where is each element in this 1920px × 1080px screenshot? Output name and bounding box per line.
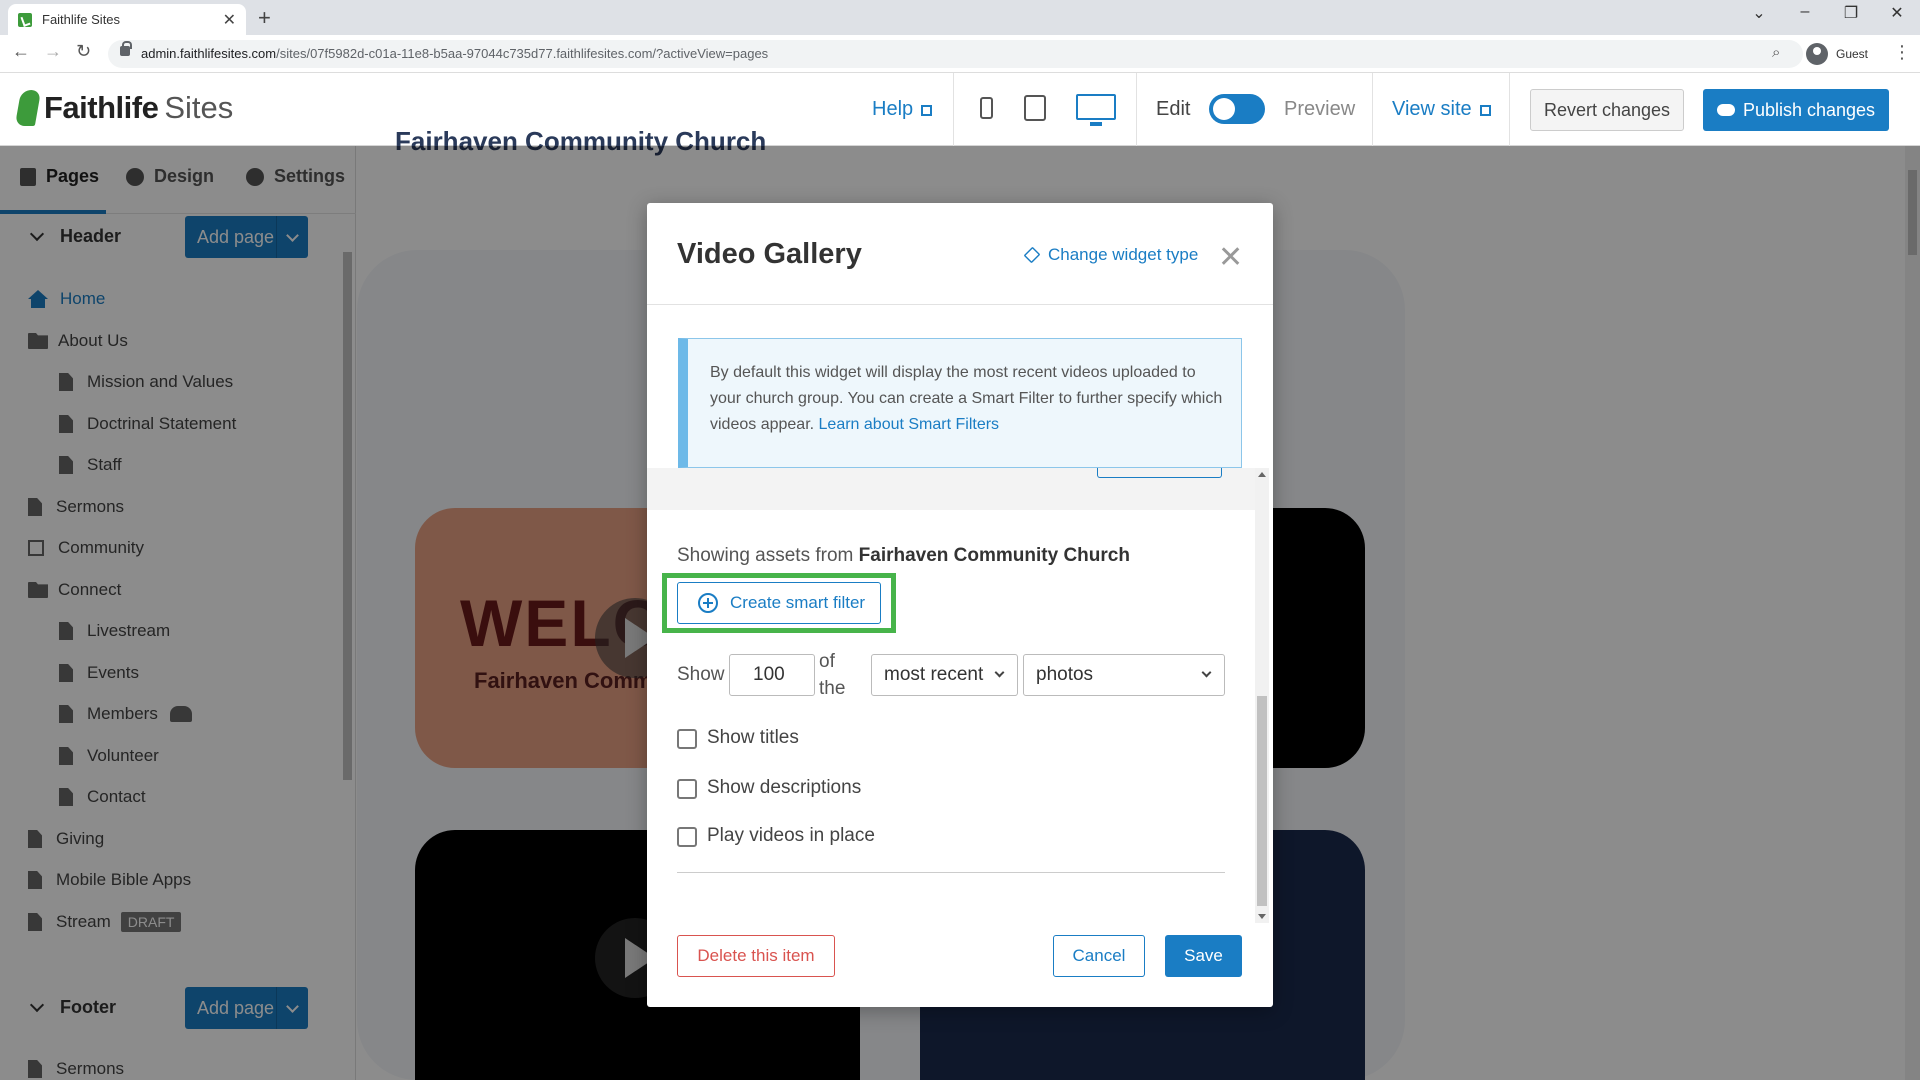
sort-order-select[interactable]: most recent — [871, 654, 1018, 696]
asset-source-name: Fairhaven Community Church — [858, 545, 1130, 566]
view-site-link[interactable]: View site — [1392, 98, 1491, 121]
dialog-scrollbar[interactable] — [1255, 468, 1269, 923]
media-type-select[interactable]: photos — [1023, 654, 1225, 696]
show-titles-checkbox[interactable] — [677, 729, 697, 749]
divider — [1136, 73, 1137, 146]
revert-changes-button[interactable]: Revert changes — [1530, 89, 1684, 131]
back-icon[interactable]: ← — [12, 41, 30, 62]
desktop-view-icon[interactable] — [1076, 94, 1116, 126]
cancel-button[interactable]: Cancel — [1053, 935, 1145, 977]
browser-tab[interactable]: Faithlife Sites ✕ — [8, 4, 246, 35]
tab-close-icon[interactable]: ✕ — [223, 10, 236, 30]
type-value: photos — [1036, 664, 1094, 685]
chevron-down-icon — [1201, 667, 1212, 678]
url-text[interactable]: admin.faithlifesites.com/sites/07f5982d-… — [141, 46, 768, 61]
swap-icon — [1023, 246, 1041, 264]
window-close-icon[interactable]: ✕ — [1874, 3, 1920, 23]
tablet-view-icon[interactable] — [1024, 95, 1046, 121]
avatar-icon — [1806, 43, 1828, 65]
divider — [677, 872, 1225, 873]
mobile-view-icon[interactable] — [980, 97, 993, 119]
show-titles-label[interactable]: Show titles — [707, 727, 799, 749]
browser-menu-icon[interactable]: ⋮ — [1893, 42, 1911, 63]
sort-value: most recent — [884, 664, 984, 685]
restore-icon[interactable]: ❐ — [1828, 3, 1874, 23]
showing-prefix: Showing assets from — [677, 545, 859, 566]
info-text: By default this widget will display the … — [710, 360, 1230, 438]
url-path: /sites/07f5982d-c01a-11e8-b5aa-97044c735… — [276, 46, 769, 61]
profile-button[interactable]: Guest — [1806, 40, 1868, 68]
lock-icon — [120, 41, 132, 56]
chevron-down-icon — [994, 667, 1005, 678]
edit-label: Edit — [1156, 98, 1191, 120]
url-host: admin.faithlifesites.com — [141, 46, 277, 61]
preview-label: Preview — [1284, 98, 1356, 120]
zoom-icon[interactable]: ⌕ — [1772, 44, 1780, 61]
play-in-place-checkbox[interactable] — [677, 827, 697, 847]
play-in-place-label[interactable]: Play videos in place — [707, 825, 875, 847]
save-button[interactable]: Save — [1165, 935, 1242, 977]
scroll-down-icon[interactable] — [1258, 914, 1266, 919]
partially-hidden-button[interactable] — [1097, 468, 1222, 478]
divider — [1372, 73, 1373, 146]
help-link[interactable]: Help — [872, 98, 933, 121]
show-descriptions-label[interactable]: Show descriptions — [707, 777, 861, 799]
minimize-icon[interactable]: – — [1782, 3, 1828, 21]
external-link-icon — [921, 105, 933, 116]
external-link-icon — [1479, 105, 1491, 116]
faithlife-sites-logo[interactable]: Faithlife Sites — [14, 90, 234, 126]
asset-source-text: Showing assets from Fairhaven Community … — [677, 545, 1130, 567]
faithlife-favicon-icon — [18, 12, 32, 27]
dialog-scrollbar-thumb[interactable] — [1257, 696, 1267, 906]
plus-circle-icon — [698, 593, 718, 613]
tab-search-icon[interactable]: ⌄ — [1736, 3, 1782, 23]
browser-tabstrip — [0, 0, 1920, 35]
publish-label: Publish changes — [1742, 99, 1876, 120]
logo-text-bold: Faithlife — [44, 90, 159, 125]
learn-smart-filters-link[interactable]: Learn about Smart Filters — [819, 416, 1000, 433]
dialog-title: Video Gallery — [677, 238, 862, 270]
faithlife-leaf-icon — [14, 90, 42, 126]
reload-icon[interactable]: ↻ — [76, 41, 91, 62]
show-label: Show — [677, 664, 725, 685]
item-count-input[interactable] — [729, 654, 815, 696]
help-label: Help — [872, 98, 914, 120]
view-site-label: View site — [1392, 98, 1472, 120]
of-the-label: of the — [819, 651, 846, 699]
publish-changes-button[interactable]: Publish changes — [1703, 89, 1889, 131]
divider — [953, 73, 954, 146]
scrolled-section — [647, 468, 1255, 510]
change-widget-type-link[interactable]: Change widget type — [1023, 245, 1199, 265]
scroll-up-icon[interactable] — [1258, 472, 1266, 477]
edit-preview-toggle[interactable] — [1209, 94, 1265, 124]
create-filter-label: Create smart filter — [730, 593, 866, 612]
divider — [647, 304, 1273, 305]
create-smart-filter-button[interactable]: Create smart filter — [677, 582, 881, 624]
delete-item-button[interactable]: Delete this item — [677, 935, 835, 977]
close-icon[interactable]: ✕ — [1218, 240, 1243, 275]
cloud-upload-icon — [1716, 104, 1735, 116]
forward-icon[interactable]: → — [44, 41, 62, 62]
change-type-label: Change widget type — [1048, 245, 1199, 264]
profile-label: Guest — [1836, 47, 1869, 61]
logo-text-light: Sites — [164, 90, 234, 125]
new-tab-icon[interactable]: + — [258, 5, 271, 31]
divider — [1509, 73, 1510, 146]
show-descriptions-checkbox[interactable] — [677, 779, 697, 799]
tab-title: Faithlife Sites — [42, 12, 121, 27]
